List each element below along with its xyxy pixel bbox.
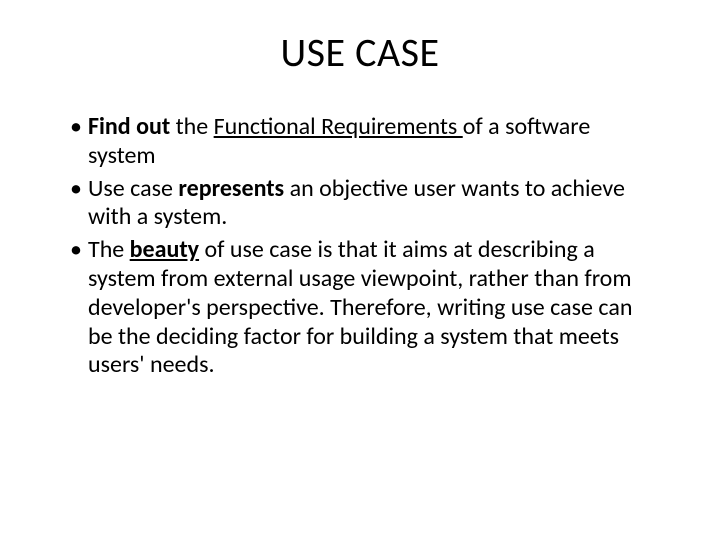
text: The <box>88 235 130 264</box>
text-bold-underline: beauty <box>130 235 199 264</box>
text-bold: represents <box>178 174 284 203</box>
text-bold: Find out <box>88 112 176 141</box>
bullet-list: Find out the Functional Requirements of … <box>40 113 680 380</box>
text-underline: Functional Requirements <box>214 112 463 141</box>
list-item: Use case represents an objective user wa… <box>70 175 660 233</box>
slide: USE CASE Find out the Functional Require… <box>0 0 720 540</box>
list-item: The beauty of use case is that it aims a… <box>70 236 660 380</box>
text: Use case <box>88 174 178 203</box>
slide-title: USE CASE <box>40 28 680 77</box>
text: the <box>176 112 214 141</box>
list-item: Find out the Functional Requirements of … <box>70 113 660 171</box>
